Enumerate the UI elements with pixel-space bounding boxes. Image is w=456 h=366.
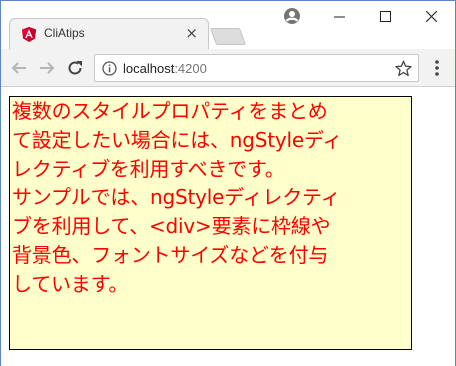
close-icon [425,10,437,22]
tab-strip: CliAtips × [1,1,455,49]
maximize-button[interactable] [362,1,408,31]
profile-icon[interactable] [283,7,301,25]
new-tab-button[interactable] [209,28,247,45]
address-bar[interactable]: localhost:4200 [94,54,419,82]
url-host: localhost [123,61,175,76]
star-icon[interactable] [395,60,412,77]
page-content: 複数のスタイルプロパティをまとめ て設定したい場合には、ngStyleディ レク… [1,88,455,366]
minimize-button[interactable] [316,1,362,31]
reload-icon [68,61,82,75]
kebab-menu-icon[interactable] [434,59,440,77]
text-line: 複数のスタイルプロパティをまとめ [12,99,328,123]
url-text: localhost:4200 [123,61,207,76]
text-line: て設定したい場合には、ngStyleディ [12,127,343,152]
back-button[interactable] [9,58,29,78]
close-window-button[interactable] [408,1,454,31]
browser-window: CliAtips × localhost:4200 複数のスタイルプロパティをま… [0,0,456,366]
tab-title: CliAtips [44,26,85,40]
browser-tab[interactable]: CliAtips × [9,18,209,49]
reload-button[interactable] [65,58,85,78]
maximize-icon [379,10,391,22]
text-line: 背景色、フォントサイズなどを付与 [12,242,329,267]
back-arrow-icon [11,62,26,74]
text-line: ブを利用して、<div>要素に枠線や [12,214,331,239]
url-port: :4200 [174,61,207,76]
info-icon[interactable] [102,61,117,76]
text-line: しています。 [12,271,129,296]
angular-icon [22,27,36,42]
minimize-icon [333,16,345,17]
forward-arrow-icon [40,62,55,74]
browser-toolbar: localhost:4200 [1,49,455,87]
text-line: レクティブを利用すべきです。 [12,156,285,181]
tab-close-icon[interactable]: × [185,24,198,42]
forward-button[interactable] [37,58,57,78]
text-line: サンプルでは、ngStyleディレクティ [12,185,341,210]
ngstyle-sample-div: 複数のスタイルプロパティをまとめ て設定したい場合には、ngStyleディ レク… [9,96,412,350]
